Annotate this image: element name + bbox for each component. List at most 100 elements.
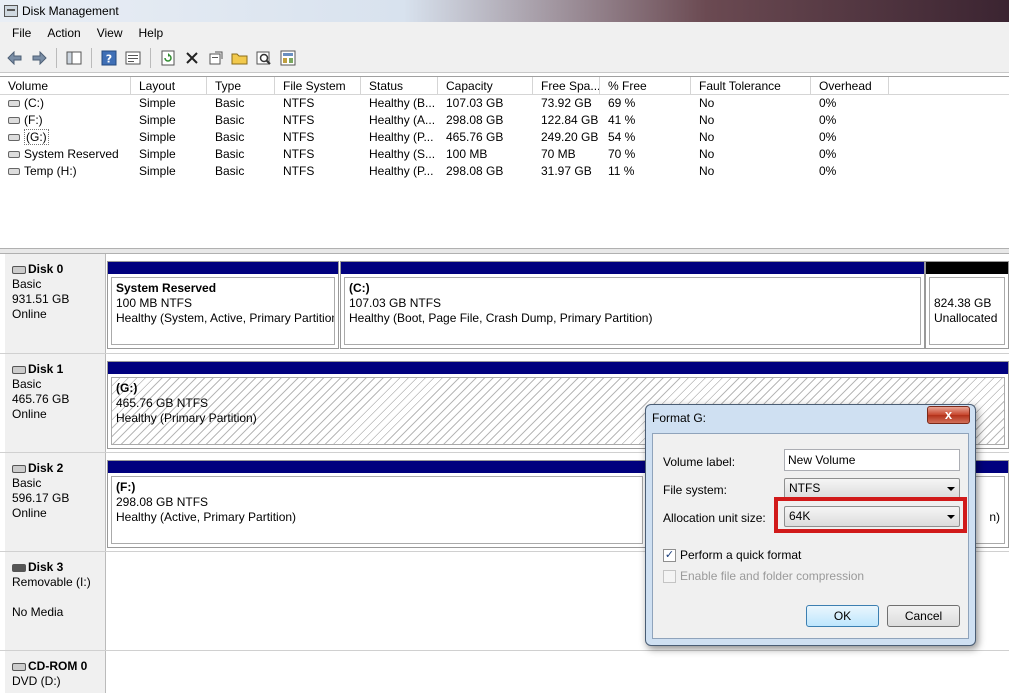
percent-free-cell: 11 %: [608, 164, 635, 178]
capacity-cell: 107.03 GB: [446, 96, 504, 110]
disk-1-label[interactable]: Disk 1 Basic 465.76 GB Online: [5, 354, 106, 452]
table-row[interactable]: (F:) Simple Basic NTFS Healthy (A... 298…: [0, 112, 1009, 129]
partition-size: 100 MB NTFS: [116, 296, 193, 310]
column-header-free-space[interactable]: Free Spa...: [533, 77, 600, 94]
disk-3-label[interactable]: Disk 3 Removable (I:) No Media: [5, 552, 106, 650]
back-arrow-icon[interactable]: [4, 47, 26, 69]
menu-view[interactable]: View: [89, 26, 131, 40]
column-header-type[interactable]: Type: [207, 77, 275, 94]
disk-2-label[interactable]: Disk 2 Basic 596.17 GB Online: [5, 453, 106, 551]
quick-format-checkbox[interactable]: ✓: [663, 549, 676, 562]
partition-f[interactable]: (F:) 298.08 GB NTFS Healthy (Active, Pri…: [107, 460, 647, 548]
partition-bar: [108, 362, 1008, 374]
column-header-file-system[interactable]: File System: [275, 77, 361, 94]
menu-bar: File Action View Help: [0, 22, 1009, 43]
disk-management-icon: [4, 5, 18, 17]
partition-c[interactable]: (C:) 107.03 GB NTFS Healthy (Boot, Page …: [340, 261, 925, 349]
percent-free-cell: 69 %: [608, 96, 636, 110]
status-cell: Healthy (P...: [369, 130, 434, 144]
partition-size: 107.03 GB NTFS: [349, 296, 442, 310]
partition-name: (G:): [116, 381, 138, 395]
partition-bar: [108, 262, 338, 274]
title-bar: Disk Management: [0, 0, 1009, 22]
volume-list: Volume Layout Type File System Status Ca…: [0, 76, 1009, 248]
free-space-cell: 70 MB: [541, 147, 576, 161]
help-icon[interactable]: ?: [98, 47, 120, 69]
format-dialog: Format G: x Volume label: New Volume Fil…: [645, 404, 976, 646]
search-icon[interactable]: [253, 47, 275, 69]
disk-size: 465.76 GB: [12, 392, 70, 406]
status-cell: Healthy (S...: [369, 147, 436, 161]
toolbar-separator: [91, 47, 92, 68]
type-cell: Basic: [215, 164, 245, 178]
free-space-cell: 31.97 GB: [541, 164, 592, 178]
forward-arrow-icon[interactable]: [28, 47, 50, 69]
ok-button[interactable]: OK: [806, 605, 879, 627]
partition-name: (C:): [349, 281, 370, 295]
free-space-cell: 249.20 GB: [541, 130, 599, 144]
column-header-status[interactable]: Status: [361, 77, 438, 94]
export-icon[interactable]: [277, 47, 299, 69]
fault-tolerance-cell: No: [699, 164, 715, 178]
table-row[interactable]: (G:) Simple Basic NTFS Healthy (P... 465…: [0, 129, 1009, 146]
disk-name: CD-ROM 0: [28, 659, 88, 673]
disk-name: Disk 0: [28, 262, 64, 276]
partition-status: Unallocated: [934, 311, 998, 325]
free-space-cell: 122.84 GB: [541, 113, 599, 127]
column-header-percent-free[interactable]: % Free: [600, 77, 691, 94]
column-header-layout[interactable]: Layout: [131, 77, 207, 94]
percent-free-cell: 70 %: [608, 147, 636, 161]
menu-help[interactable]: Help: [131, 26, 172, 40]
partition-size: 298.08 GB NTFS: [116, 495, 209, 509]
column-header-capacity[interactable]: Capacity: [438, 77, 533, 94]
table-row[interactable]: Temp (H:) Simple Basic NTFS Healthy (P..…: [0, 163, 1009, 180]
open-folder-icon[interactable]: [229, 47, 251, 69]
layout-cell: Simple: [139, 164, 176, 178]
fault-tolerance-cell: No: [699, 147, 715, 161]
volume-name: (G:): [24, 129, 49, 145]
volume-label-input[interactable]: New Volume: [784, 449, 960, 471]
overhead-cell: 0%: [819, 113, 837, 127]
disk-type: Basic: [12, 377, 42, 391]
partition-details: (F:) 298.08 GB NTFS Healthy (Active, Pri…: [111, 476, 643, 544]
refresh-icon[interactable]: [157, 47, 179, 69]
delete-icon[interactable]: [181, 47, 203, 69]
partition-status: Healthy (System, Active, Primary Partiti…: [116, 311, 335, 325]
column-header-fault-tolerance[interactable]: Fault Tolerance: [691, 77, 811, 94]
disk-type: Removable (I:): [12, 575, 91, 589]
disk-0-label[interactable]: Disk 0 Basic 931.51 GB Online: [5, 254, 106, 353]
compression-checkbox[interactable]: [663, 570, 676, 583]
volume-disk-icon: [8, 100, 20, 108]
table-row[interactable]: System Reserved Simple Basic NTFS Health…: [0, 146, 1009, 163]
close-button[interactable]: x: [927, 406, 970, 424]
file-system-cell: NTFS: [283, 130, 315, 144]
cancel-button[interactable]: Cancel: [887, 605, 960, 627]
quick-format-label[interactable]: Perform a quick format: [680, 548, 801, 562]
disk-row-0: Disk 0 Basic 931.51 GB Online System Res…: [0, 254, 1009, 353]
partition-status: Healthy (Boot, Page File, Crash Dump, Pr…: [349, 311, 653, 325]
file-system-select[interactable]: NTFS: [784, 478, 960, 499]
removable-disk-icon: [12, 563, 26, 572]
partition-bar: [926, 262, 1008, 274]
cdrom-0-label[interactable]: CD-ROM 0 DVD (D:): [5, 651, 106, 693]
compression-label[interactable]: Enable file and folder compression: [680, 569, 864, 583]
show-hide-tree-icon[interactable]: [63, 47, 85, 69]
partition-system-reserved[interactable]: System Reserved 100 MB NTFS Healthy (Sys…: [107, 261, 339, 349]
column-header-volume[interactable]: Volume: [0, 77, 131, 94]
menu-file[interactable]: File: [4, 26, 39, 40]
partition-details: 824.38 GB Unallocated: [929, 277, 1005, 345]
overhead-cell: 0%: [819, 147, 837, 161]
cdrom-icon: [12, 662, 26, 671]
capacity-cell: 298.08 GB: [446, 164, 504, 178]
toolbar-separator: [56, 47, 57, 68]
properties-icon[interactable]: [122, 47, 144, 69]
partition-unallocated[interactable]: 824.38 GB Unallocated: [925, 261, 1009, 349]
disk-icon: [12, 464, 26, 473]
capacity-cell: 100 MB: [446, 147, 488, 161]
table-row[interactable]: (C:) Simple Basic NTFS Healthy (B... 107…: [0, 95, 1009, 112]
percent-free-cell: 54 %: [608, 130, 636, 144]
rescan-icon[interactable]: [205, 47, 227, 69]
allocation-unit-caption: Allocation unit size:: [663, 511, 766, 525]
column-header-overhead[interactable]: Overhead: [811, 77, 889, 94]
menu-action[interactable]: Action: [39, 26, 88, 40]
